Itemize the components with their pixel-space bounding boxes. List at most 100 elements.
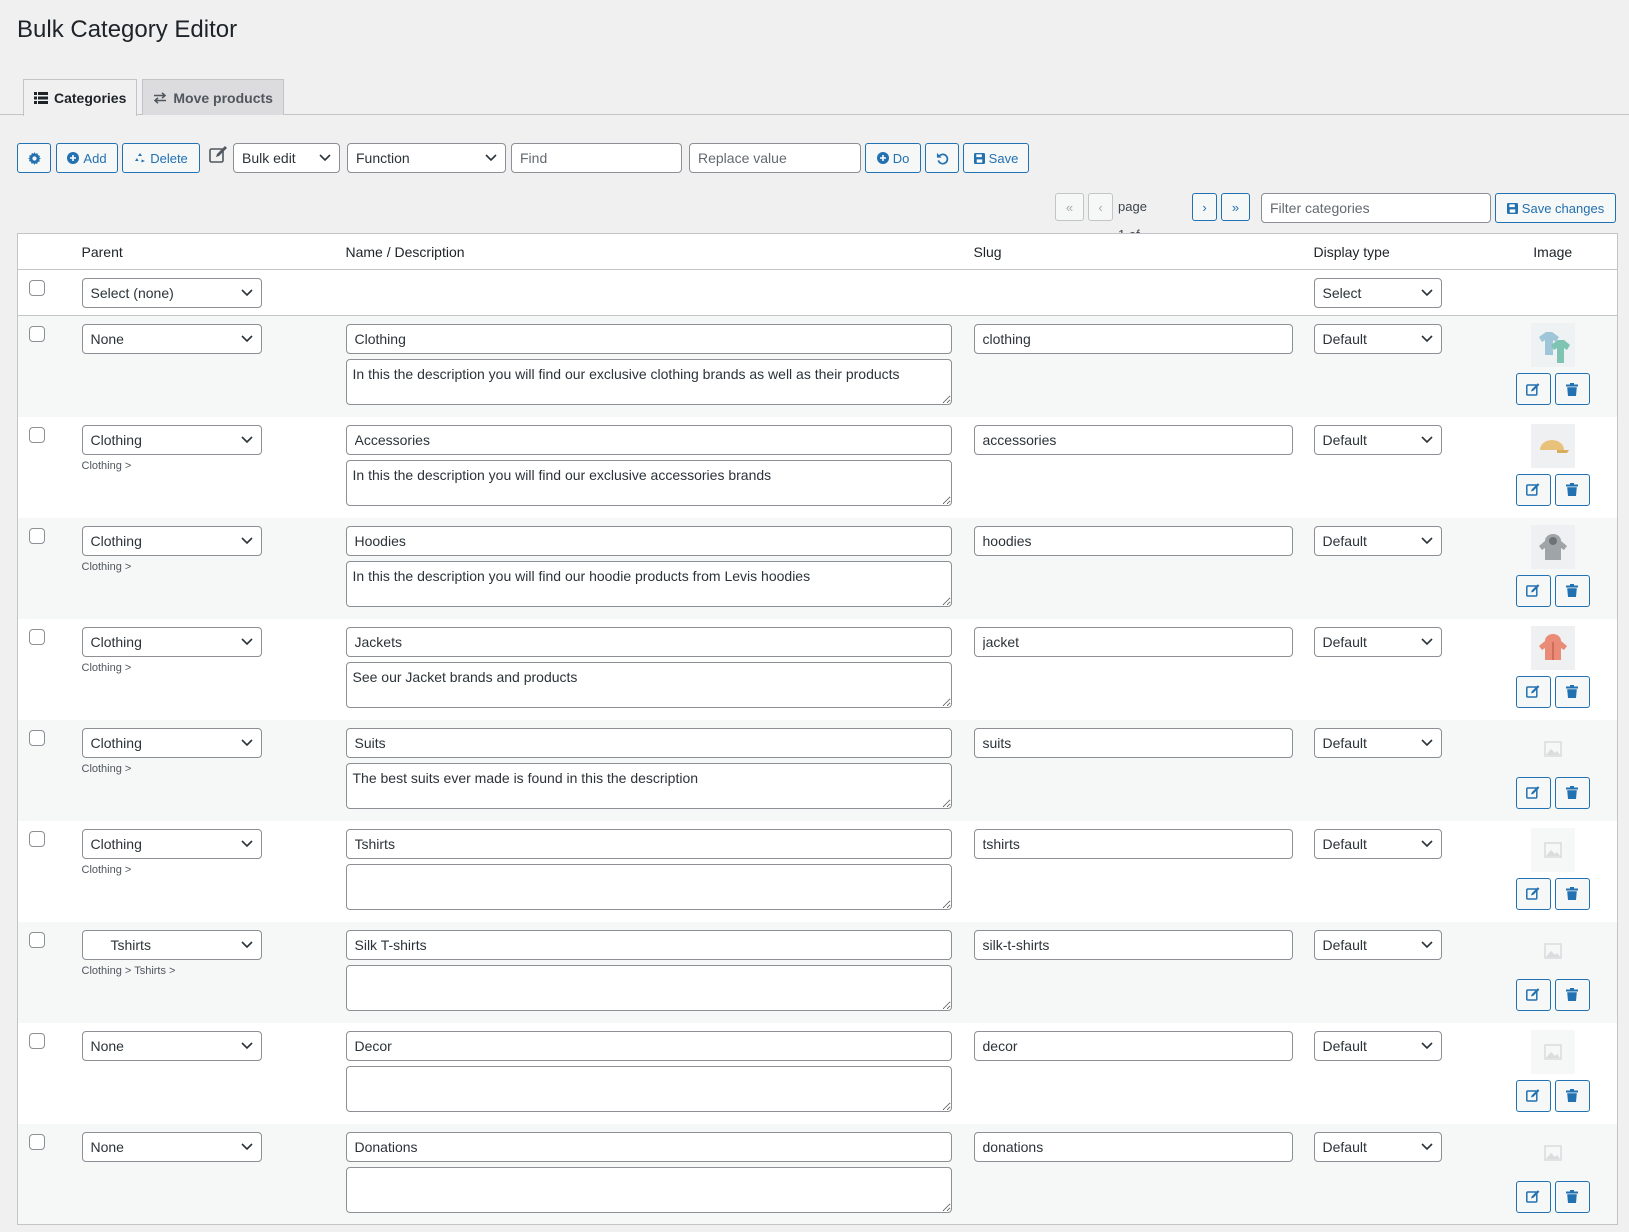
row-checkbox[interactable]	[29, 628, 45, 645]
chevron-down-icon	[1420, 1142, 1433, 1150]
do-button[interactable]: Do	[865, 143, 921, 173]
delete-image-button[interactable]	[1554, 574, 1590, 607]
row-checkbox[interactable]	[29, 527, 45, 544]
display-type-select[interactable]: Default	[1313, 828, 1442, 859]
delete-image-button[interactable]	[1554, 1180, 1590, 1213]
settings-button[interactable]	[17, 143, 51, 173]
parent-select[interactable]: Clothing	[81, 424, 262, 455]
name-column-header: Name / Description	[345, 233, 974, 270]
first-page-button[interactable]: «	[1055, 193, 1084, 221]
edit-image-button[interactable]	[1515, 776, 1551, 809]
category-description-textarea[interactable]: See our Jacket brands and products	[345, 661, 952, 708]
parent-select[interactable]: None	[81, 324, 262, 354]
parent-filter-select[interactable]: Select (none)	[81, 278, 262, 308]
slug-input[interactable]	[973, 727, 1293, 758]
display-type-filter-select[interactable]: Select	[1313, 278, 1442, 308]
undo-button[interactable]	[925, 143, 959, 173]
delete-image-button[interactable]	[1554, 877, 1590, 910]
parent-select[interactable]: Clothing	[81, 626, 262, 657]
display-type-select[interactable]: Default	[1313, 929, 1442, 960]
parent-select[interactable]: Tshirts	[81, 929, 262, 960]
slug-input[interactable]	[973, 525, 1293, 556]
row-checkbox[interactable]	[29, 931, 45, 948]
last-page-button[interactable]: »	[1221, 193, 1250, 221]
category-name-input[interactable]	[345, 727, 952, 758]
category-description-textarea[interactable]: In this the description you will find ou…	[345, 560, 952, 607]
display-type-select[interactable]: Default	[1313, 727, 1442, 758]
edit-image-button[interactable]	[1515, 473, 1551, 506]
edit-image-button[interactable]	[1515, 675, 1551, 708]
delete-button[interactable]: Delete	[122, 143, 200, 173]
edit-image-button[interactable]	[1515, 1180, 1551, 1213]
edit-image-button[interactable]	[1515, 877, 1551, 910]
category-name-input[interactable]	[345, 1131, 952, 1162]
category-description-textarea[interactable]	[345, 1065, 952, 1112]
save-button[interactable]: Save	[963, 143, 1029, 173]
parent-select[interactable]: Clothing	[81, 727, 262, 758]
slug-input[interactable]	[973, 424, 1293, 455]
undo-icon	[936, 152, 948, 164]
find-input[interactable]	[511, 143, 682, 173]
select-all-checkbox[interactable]	[29, 280, 45, 296]
add-button[interactable]: Add	[56, 143, 118, 173]
table-row: Tshirts Clothing > Tshirts > Default	[17, 921, 1618, 1023]
category-name-input[interactable]	[345, 929, 952, 960]
display-type-select[interactable]: Default	[1313, 525, 1442, 556]
slug-input[interactable]	[973, 1030, 1293, 1061]
parent-select[interactable]: Clothing	[81, 525, 262, 556]
delete-image-button[interactable]	[1554, 473, 1590, 506]
edit-image-button[interactable]	[1515, 978, 1551, 1011]
tab-move-products[interactable]: Move products	[142, 79, 284, 115]
filter-categories-input[interactable]	[1261, 193, 1491, 223]
category-name-input[interactable]	[345, 1030, 952, 1061]
category-name-input[interactable]	[345, 324, 952, 354]
category-description-textarea[interactable]	[345, 964, 952, 1011]
delete-image-button[interactable]	[1554, 373, 1590, 405]
category-description-textarea[interactable]	[345, 1166, 952, 1213]
row-checkbox[interactable]	[29, 426, 45, 443]
category-description-textarea[interactable]	[345, 863, 952, 910]
tab-categories[interactable]: Categories	[23, 79, 138, 116]
slug-input[interactable]	[973, 626, 1293, 657]
category-name-input[interactable]	[345, 525, 952, 556]
parent-select[interactable]: None	[81, 1131, 262, 1162]
slug-input[interactable]	[973, 1131, 1293, 1162]
display-type-select[interactable]: Default	[1313, 626, 1442, 657]
slug-input[interactable]	[973, 828, 1293, 859]
prev-page-button[interactable]: ‹	[1088, 193, 1113, 221]
category-name-input[interactable]	[345, 626, 952, 657]
table-header-row: Parent Name / Description Slug Display t…	[17, 233, 1618, 270]
parent-select[interactable]: None	[81, 1030, 262, 1061]
display-type-select[interactable]: Default	[1313, 424, 1442, 455]
category-description-textarea[interactable]: In this the description you will find ou…	[345, 459, 952, 506]
function-select[interactable]: Function	[347, 143, 506, 173]
display-type-select[interactable]: Default	[1313, 324, 1442, 354]
delete-image-button[interactable]	[1554, 978, 1590, 1011]
bulk-edit-select[interactable]: Bulk edit	[233, 143, 340, 173]
next-page-button[interactable]: ›	[1192, 193, 1217, 221]
category-description-textarea[interactable]: The best suits ever made is found in thi…	[345, 762, 952, 809]
slug-input[interactable]	[973, 324, 1293, 354]
category-name-input[interactable]	[345, 424, 952, 455]
row-checkbox[interactable]	[29, 326, 45, 342]
slug-input[interactable]	[973, 929, 1293, 960]
delete-image-button[interactable]	[1554, 675, 1590, 708]
display-type-select[interactable]: Default	[1313, 1030, 1442, 1061]
display-type-select[interactable]: Default	[1313, 1131, 1442, 1162]
save-changes-button[interactable]: Save changes	[1495, 193, 1616, 223]
edit-image-button[interactable]	[1515, 373, 1551, 405]
parent-select[interactable]: Clothing	[81, 828, 262, 859]
replace-value-input[interactable]	[689, 143, 861, 173]
delete-image-button[interactable]	[1554, 1079, 1590, 1112]
recycle-icon	[135, 153, 146, 163]
edit-image-button[interactable]	[1515, 1079, 1551, 1112]
category-name-input[interactable]	[345, 828, 952, 859]
delete-image-button[interactable]	[1554, 776, 1590, 809]
category-description-textarea[interactable]: In this the description you will find ou…	[345, 359, 952, 405]
row-checkbox[interactable]	[29, 729, 45, 746]
row-checkbox[interactable]	[29, 1032, 45, 1049]
edit-image-button[interactable]	[1515, 574, 1551, 607]
row-checkbox[interactable]	[29, 1133, 45, 1150]
row-checkbox[interactable]	[29, 830, 45, 847]
chevron-down-icon	[240, 839, 253, 847]
